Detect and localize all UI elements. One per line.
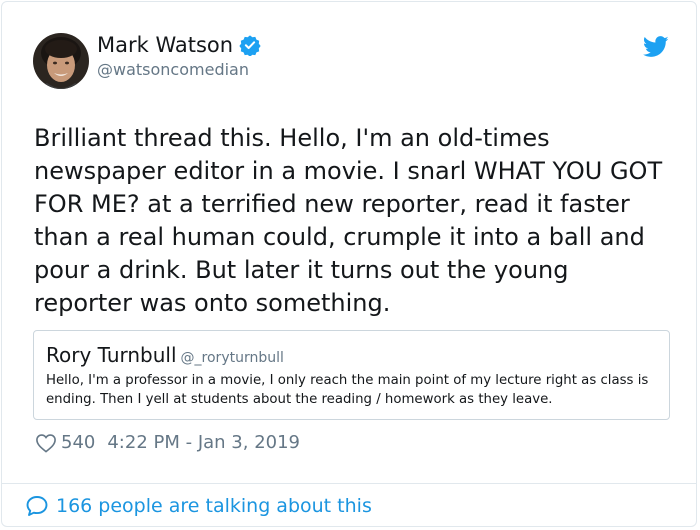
quoted-tweet-text: Hello, I'm a professor in a movie, I onl… bbox=[46, 373, 649, 407]
quoted-tweet[interactable]: Rory Turnbull @_roryturnbull Hello, I'm a… bbox=[33, 330, 670, 420]
like-count[interactable]: 540 bbox=[61, 432, 95, 453]
heart-icon[interactable] bbox=[35, 433, 57, 453]
tweet-text: Brilliant thread this. Hello, I'm an old… bbox=[34, 124, 663, 317]
talking-text: 166 people are talking about this bbox=[56, 495, 372, 517]
quoted-tweet-header: Rory Turnbull @_roryturnbull bbox=[46, 343, 284, 367]
author-name[interactable]: Mark Watson bbox=[97, 33, 261, 57]
tweet-card: Mark Watson @watsoncomedian Brilliant th… bbox=[1, 1, 697, 527]
footer-divider bbox=[2, 483, 696, 484]
author-handle[interactable]: @watsoncomedian bbox=[97, 60, 249, 79]
author-name-text: Mark Watson bbox=[97, 33, 234, 57]
author-avatar[interactable] bbox=[33, 33, 89, 89]
avatar-photo bbox=[33, 33, 89, 89]
tweet-timestamp[interactable]: 4:22 PM - Jan 3, 2019 bbox=[107, 432, 300, 453]
quoted-author-handle: @_roryturnbull bbox=[180, 350, 284, 366]
speech-bubble-icon bbox=[25, 494, 49, 518]
conversation-link[interactable]: 166 people are talking about this bbox=[25, 494, 372, 518]
tweet-meta: 540 4:22 PM - Jan 3, 2019 bbox=[35, 432, 300, 453]
twitter-bird-icon[interactable] bbox=[642, 36, 669, 58]
quoted-author-name: Rory Turnbull bbox=[46, 343, 177, 367]
verified-badge-icon bbox=[239, 34, 261, 57]
